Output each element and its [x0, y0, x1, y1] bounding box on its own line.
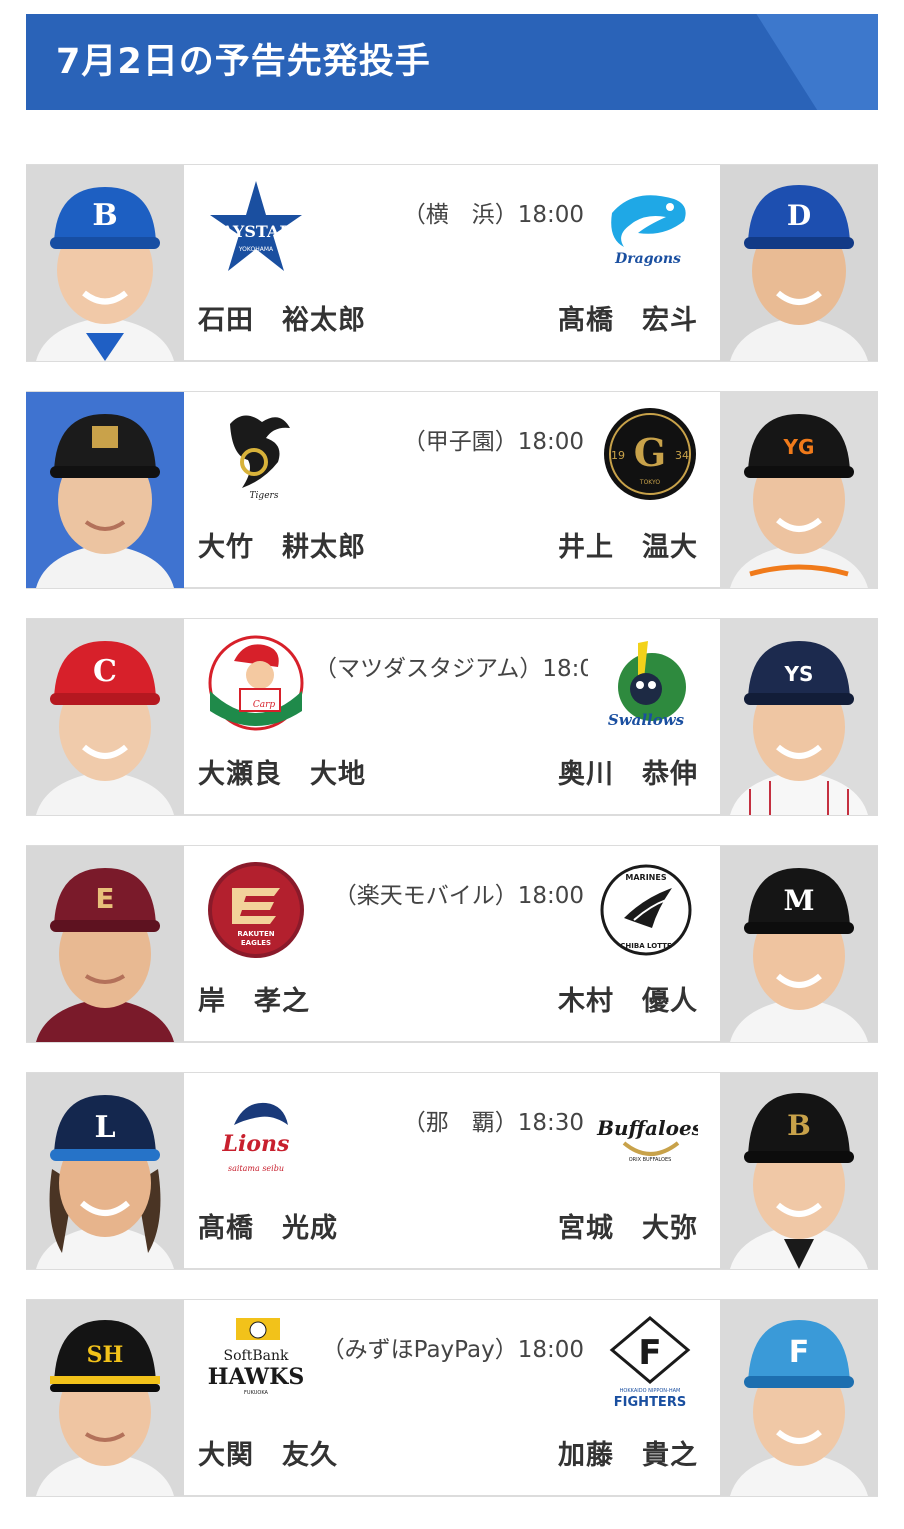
svg-text:SoftBank: SoftBank — [224, 1348, 289, 1364]
svg-text:HOKKAIDO NIPPON-HAM: HOKKAIDO NIPPON-HAM — [620, 1388, 681, 1394]
home-pitcher-photo: B — [26, 165, 184, 361]
svg-text:M: M — [784, 884, 815, 917]
svg-text:SH: SH — [87, 1342, 124, 1368]
svg-text:MARINES: MARINES — [625, 873, 666, 882]
svg-text:Carp: Carp — [253, 700, 276, 710]
svg-text:Swallows: Swallows — [608, 711, 685, 729]
home-pitcher-photo: E — [26, 846, 184, 1042]
venue-time: （甲子園）18:00 — [402, 429, 584, 455]
game-card[interactable]: Tigers （甲子園）18:00 G 19 34 TOKYO 大竹 耕太郎 井… — [26, 391, 878, 589]
swallows-logo: Swallows — [594, 631, 698, 735]
giants-logo: G 19 34 TOKYO — [594, 404, 698, 508]
svg-text:FUKUOKA: FUKUOKA — [244, 1390, 268, 1396]
svg-text:B: B — [787, 1109, 811, 1142]
game-card[interactable]: SH SoftBank HAWKS FUKUOKA （みずほPayPay）18:… — [26, 1299, 878, 1497]
svg-text:EAGLES: EAGLES — [241, 939, 271, 947]
svg-text:TOKYO: TOKYO — [639, 479, 660, 486]
game-card[interactable]: E RAKUTEN EAGLES （楽天モバイル）18:00 MARINES C… — [26, 845, 878, 1043]
away-pitcher-photo: YG — [720, 392, 878, 588]
svg-text:FIGHTERS: FIGHTERS — [614, 1395, 686, 1410]
header-accent-stripe — [756, 14, 878, 110]
home-pitcher-name[interactable]: 大竹 耕太郎 — [198, 525, 366, 564]
away-pitcher-name[interactable]: 井上 温大 — [558, 525, 698, 564]
svg-text:HAWKS: HAWKS — [208, 1364, 304, 1390]
svg-text:F: F — [789, 1335, 810, 1370]
svg-text:Buffaloes: Buffaloes — [596, 1116, 698, 1140]
away-pitcher-photo: M — [720, 846, 878, 1042]
svg-text:YOKOHAMA: YOKOHAMA — [238, 246, 274, 253]
page-header: 7月2日の予告先発投手 — [26, 14, 878, 110]
venue-time: （みずほPayPay）18:00 — [321, 1337, 584, 1363]
venue-time: （横 浜）18:00 — [402, 202, 584, 228]
svg-text:G: G — [634, 430, 666, 475]
home-pitcher-photo: SH — [26, 1300, 184, 1496]
svg-text:RAKUTEN: RAKUTEN — [237, 930, 274, 938]
page-title: 7月2日の予告先発投手 — [56, 42, 431, 82]
carp-logo: Carp — [204, 631, 308, 735]
away-pitcher-name[interactable]: 髙橋 宏斗 — [558, 298, 698, 337]
game-card[interactable]: C Carp （マツダスタジアム）18:0 Swallows 大瀬良 大地 奥川… — [26, 618, 878, 816]
buffaloes-logo: Buffaloes ORIX BUFFALOES — [594, 1085, 698, 1189]
svg-text:BAYSTARS: BAYSTARS — [208, 222, 304, 241]
svg-text:34: 34 — [675, 449, 689, 462]
away-pitcher-name[interactable]: 木村 優人 — [558, 979, 698, 1018]
baystars-logo: BAYSTARS YOKOHAMA — [204, 177, 308, 281]
svg-text:D: D — [787, 199, 811, 232]
svg-text:C: C — [93, 654, 117, 689]
hawks-logo: SoftBank HAWKS FUKUOKA — [204, 1312, 308, 1416]
dragons-logo: Dragons — [594, 177, 698, 281]
away-pitcher-name[interactable]: 奥川 恭伸 — [558, 752, 698, 791]
away-pitcher-photo: B — [720, 1073, 878, 1269]
venue-time: （マツダスタジアム）18:0 — [314, 656, 588, 682]
svg-text:19: 19 — [611, 449, 625, 462]
tigers-logo: Tigers — [204, 404, 308, 508]
home-pitcher-photo: C — [26, 619, 184, 815]
away-pitcher-photo: YS — [720, 619, 878, 815]
eagles-logo: RAKUTEN EAGLES — [204, 858, 308, 962]
home-pitcher-name[interactable]: 大関 友久 — [198, 1433, 338, 1472]
home-pitcher-name[interactable]: 岸 孝之 — [198, 979, 310, 1018]
svg-text:CHIBA LOTTE: CHIBA LOTTE — [620, 942, 672, 950]
game-card[interactable]: B BAYSTARS YOKOHAMA （横 浜）18:00 Dragons 石… — [26, 164, 878, 362]
home-pitcher-name[interactable]: 髙橋 光成 — [198, 1206, 338, 1245]
svg-text:L: L — [94, 1110, 115, 1145]
away-pitcher-photo: F — [720, 1300, 878, 1496]
venue-time: （那 覇）18:30 — [402, 1110, 584, 1136]
svg-text:YS: YS — [784, 662, 814, 686]
venue-time: （楽天モバイル）18:00 — [333, 883, 584, 909]
fighters-logo: F HOKKAIDO NIPPON-HAM FIGHTERS — [594, 1312, 698, 1416]
svg-text:B: B — [92, 198, 117, 233]
home-pitcher-name[interactable]: 大瀬良 大地 — [198, 752, 366, 791]
svg-text:F: F — [638, 1333, 661, 1373]
svg-text:saitama seibu: saitama seibu — [228, 1164, 284, 1173]
svg-text:YG: YG — [783, 435, 815, 459]
game-card[interactable]: L Lions saitama seibu （那 覇）18:30 Buffalo… — [26, 1072, 878, 1270]
lions-logo: Lions saitama seibu — [204, 1085, 308, 1189]
home-pitcher-name[interactable]: 石田 裕太郎 — [198, 298, 366, 337]
svg-text:ORIX BUFFALOES: ORIX BUFFALOES — [629, 1157, 672, 1163]
svg-text:Lions: Lions — [222, 1131, 290, 1157]
svg-text:E: E — [95, 882, 114, 915]
away-pitcher-name[interactable]: 加藤 貴之 — [558, 1433, 698, 1472]
away-pitcher-photo: D — [720, 165, 878, 361]
svg-text:Dragons: Dragons — [614, 251, 681, 267]
away-pitcher-name[interactable]: 宮城 大弥 — [558, 1206, 698, 1245]
svg-text:Tigers: Tigers — [250, 491, 279, 501]
home-pitcher-photo: L — [26, 1073, 184, 1269]
marines-logo: MARINES CHIBA LOTTE — [594, 858, 698, 962]
home-pitcher-photo — [26, 392, 184, 588]
